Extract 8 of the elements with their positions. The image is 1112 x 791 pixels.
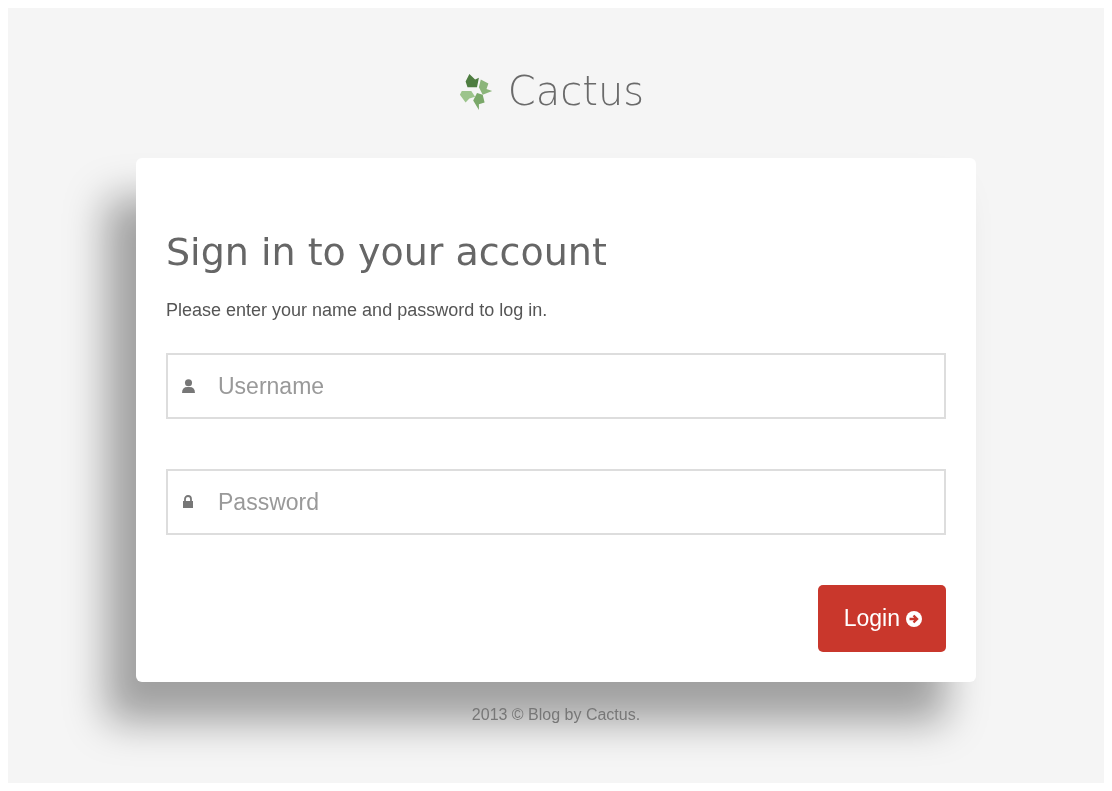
footer-text: 2013 © Blog by Cactus. (471, 706, 641, 724)
brand-name: Cactus (507, 68, 645, 114)
username-field[interactable]: Username (166, 353, 946, 419)
card-subtitle: Please enter your name and password to log in. (166, 300, 549, 321)
arrow-circle-icon (906, 610, 922, 627)
password-field[interactable]: Password (166, 469, 946, 535)
card-title: Sign in to your account (166, 230, 608, 274)
login-button[interactable]: Login (817, 585, 946, 652)
